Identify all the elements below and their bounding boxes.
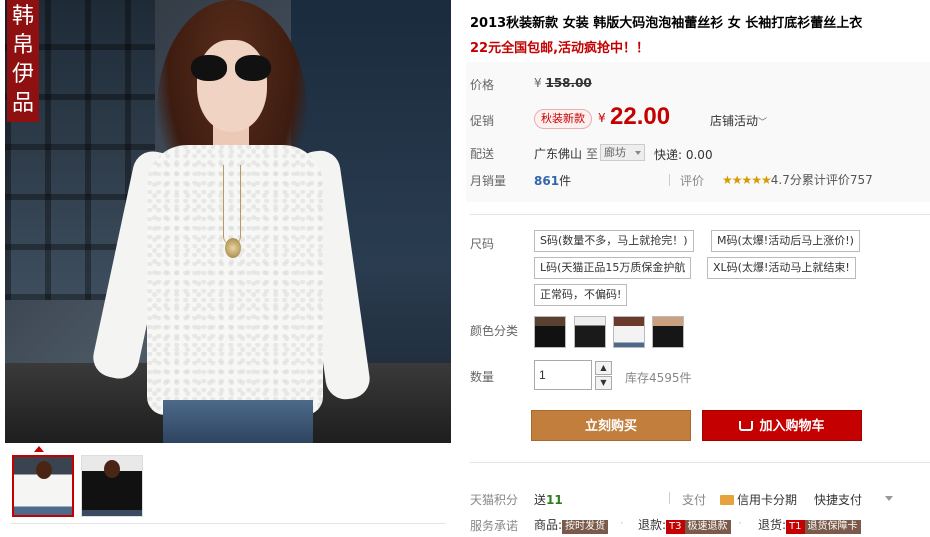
shipping-to: 至	[586, 147, 599, 161]
return-guarantee-badge[interactable]: 退货保障卡	[804, 520, 861, 534]
promo-currency: ¥	[598, 111, 606, 125]
add-to-cart-button[interactable]: 加入购物车	[702, 410, 862, 441]
active-thumb-caret	[34, 446, 44, 452]
color-swatch-4[interactable]	[652, 316, 684, 348]
model-figure	[89, 0, 373, 443]
color-swatch-1[interactable]	[534, 316, 566, 348]
service-goods: 商品: 按时发货	[534, 516, 609, 534]
points-label: 天猫积分	[470, 493, 519, 507]
stock-count: 库存4595件	[625, 371, 692, 385]
product-subtitle: 22元全国包邮,活动疯抢中！！	[470, 41, 650, 56]
shipping-fee: 快递: 0.00	[654, 148, 713, 162]
payment-label: 支付	[682, 493, 707, 507]
caret-down-icon	[635, 151, 641, 155]
price-label: 价格	[470, 78, 495, 92]
promo-price: 22.00	[610, 103, 671, 130]
thumbnail-black[interactable]	[81, 455, 143, 517]
thumbnail-white[interactable]	[12, 455, 74, 517]
quantity-label: 数量	[470, 370, 495, 384]
color-label: 颜色分类	[470, 324, 519, 338]
color-swatch-2[interactable]	[574, 316, 606, 348]
size-option-s[interactable]: S码(数量不多，马上就抢完！)	[534, 230, 694, 252]
size-option-l[interactable]: L码(天猫正品15万质保金护航	[534, 257, 692, 279]
store-activity-dropdown[interactable]: 店铺活动﹀	[710, 112, 767, 129]
service-refund: 退款: T3 极速退款	[638, 516, 731, 534]
promo-badge: 秋装新款	[534, 109, 592, 129]
thumbnail-strip	[5, 443, 451, 537]
fast-refund-badge[interactable]: 极速退款	[684, 520, 731, 534]
size-option-normal[interactable]: 正常码，不偏码!	[534, 284, 628, 306]
quantity-input[interactable]	[534, 360, 592, 390]
monthly-sales-label: 月销量	[470, 174, 507, 188]
quantity-down-button[interactable]: ▼	[595, 376, 612, 390]
credit-installment[interactable]: 信用卡分期	[720, 491, 797, 508]
sunglasses	[191, 55, 273, 83]
destination-select[interactable]: 廊坊	[600, 144, 645, 161]
size-option-m[interactable]: M码(太爆!活动后马上涨价!)	[711, 230, 860, 252]
product-title: 2013秋装新款 女装 韩版大码泡泡袖蕾丝衫 女 长袖打底衫蕾丝上衣	[470, 16, 863, 31]
credit-card-icon	[720, 495, 734, 505]
star-rating-icon: ★★★★★	[722, 173, 772, 187]
service-return: 退货: T1 退货保障卡	[758, 516, 861, 534]
color-swatch-3[interactable]	[613, 316, 645, 348]
promo-label: 促销	[470, 114, 495, 128]
product-detail-panel: 2013秋装新款 女装 韩版大码泡泡袖蕾丝衫 女 长袖打底衫蕾丝上衣 22元全国…	[466, 0, 930, 537]
on-time-shipping-badge[interactable]: 按时发货	[562, 520, 609, 534]
original-price: ¥ 158.00	[534, 76, 592, 90]
brand-stamp: 韩 帛 伊 品	[7, 0, 39, 122]
service-label: 服务承诺	[470, 519, 519, 533]
chevron-down-icon: ﹀	[758, 118, 768, 128]
main-product-image[interactable]	[5, 0, 451, 443]
fast-pay[interactable]: 快捷支付	[814, 491, 862, 508]
size-label: 尺码	[470, 237, 495, 251]
monthly-sales: 861件	[534, 174, 572, 188]
cart-icon	[739, 421, 754, 431]
rating-label: 评价	[680, 174, 705, 188]
points-value: 送11	[534, 493, 563, 507]
quantity-up-button[interactable]: ▲	[595, 361, 612, 375]
payment-dropdown-icon[interactable]	[885, 496, 893, 501]
shipping-origin: 广东佛山	[534, 147, 583, 161]
rating-summary[interactable]: ★★★★★4.7分累计评价757	[722, 171, 873, 188]
buy-now-button[interactable]: 立刻购买	[531, 410, 691, 441]
shipping-label: 配送	[470, 147, 495, 161]
size-option-xl[interactable]: XL码(太爆!活动马上就结束!	[707, 257, 856, 279]
